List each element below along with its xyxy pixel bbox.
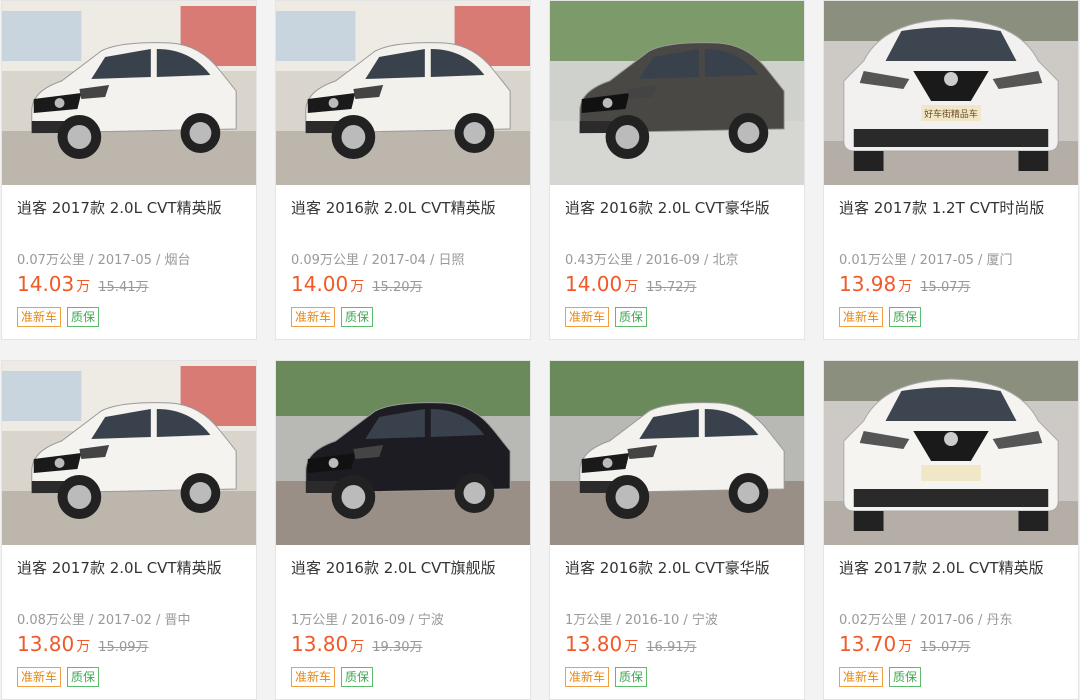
listing-title[interactable]: 逍客 2017款 2.0L CVT精英版 [839, 557, 1044, 578]
car-image [2, 1, 256, 185]
price-row: 14.00 万 15.72万 [565, 272, 696, 296]
car-listing-card[interactable]: 逍客 2016款 2.0L CVT旗舰版 1万公里 / 2016-09 / 宁波… [275, 360, 531, 700]
original-price: 15.20万 [372, 280, 423, 295]
listing-title[interactable]: 逍客 2017款 2.0L CVT精英版 [17, 557, 222, 578]
price-unit: 万 [898, 279, 913, 295]
car-listing-card[interactable]: 逍客 2017款 2.0L CVT精英版 0.02万公里 / 2017-06 /… [823, 360, 1079, 700]
listing-meta: 0.01万公里 / 2017-05 / 厦门 [839, 253, 1013, 268]
car-photo[interactable] [276, 361, 530, 545]
car-photo[interactable] [824, 361, 1078, 545]
current-price: 13.70 [839, 632, 897, 656]
price-row: 13.98 万 15.07万 [839, 272, 970, 296]
car-image [550, 1, 804, 185]
car-image [276, 1, 530, 185]
original-price: 16.91万 [646, 640, 697, 655]
car-photo[interactable] [2, 1, 256, 185]
tag-list: 准新车 质保 [17, 667, 100, 687]
price-row: 13.80 万 16.91万 [565, 632, 696, 656]
tag-list: 准新车 质保 [291, 307, 374, 327]
current-price: 13.80 [17, 632, 75, 656]
listing-meta: 0.08万公里 / 2017-02 / 晋中 [17, 613, 191, 628]
price-unit: 万 [76, 639, 91, 655]
car-listing-card[interactable]: 好车街精品车 逍客 2017款 1.2T CVT时尚版 0.01万公里 / 20… [823, 0, 1079, 340]
price-unit: 万 [350, 639, 365, 655]
listing-meta: 0.43万公里 / 2016-09 / 北京 [565, 253, 739, 268]
car-image [824, 361, 1078, 545]
car-listing-grid: 逍客 2017款 2.0L CVT精英版 0.07万公里 / 2017-05 /… [0, 0, 1080, 700]
current-price: 14.03 [17, 272, 75, 296]
tag-warranty: 质保 [615, 667, 648, 687]
tag-warranty: 质保 [615, 307, 648, 327]
tag-near-new: 准新车 [17, 307, 62, 327]
listing-title[interactable]: 逍客 2017款 2.0L CVT精英版 [17, 197, 222, 218]
price-unit: 万 [350, 279, 365, 295]
original-price: 19.30万 [372, 640, 423, 655]
tag-list: 准新车 质保 [839, 307, 922, 327]
car-image [2, 361, 256, 545]
car-listing-card[interactable]: 逍客 2016款 2.0L CVT精英版 0.09万公里 / 2017-04 /… [275, 0, 531, 340]
tag-warranty: 质保 [341, 307, 374, 327]
listing-title[interactable]: 逍客 2016款 2.0L CVT旗舰版 [291, 557, 496, 578]
tag-list: 准新车 质保 [565, 307, 648, 327]
original-price: 15.07万 [920, 280, 971, 295]
tag-near-new: 准新车 [17, 667, 62, 687]
tag-near-new: 准新车 [291, 307, 336, 327]
car-image [550, 361, 804, 545]
original-price: 15.09万 [98, 640, 149, 655]
car-image [276, 361, 530, 545]
tag-near-new: 准新车 [839, 667, 884, 687]
current-price: 13.80 [565, 632, 623, 656]
tag-warranty: 质保 [341, 667, 374, 687]
tag-list: 准新车 质保 [565, 667, 648, 687]
price-row: 14.03 万 15.41万 [17, 272, 148, 296]
listing-title[interactable]: 逍客 2017款 1.2T CVT时尚版 [839, 197, 1044, 218]
listing-title[interactable]: 逍客 2016款 2.0L CVT精英版 [291, 197, 496, 218]
tag-warranty: 质保 [67, 667, 100, 687]
price-row: 14.00 万 15.20万 [291, 272, 422, 296]
tag-list: 准新车 质保 [17, 307, 100, 327]
price-unit: 万 [624, 279, 639, 295]
listing-meta: 0.09万公里 / 2017-04 / 日照 [291, 253, 465, 268]
tag-near-new: 准新车 [291, 667, 336, 687]
car-listing-card[interactable]: 逍客 2017款 2.0L CVT精英版 0.07万公里 / 2017-05 /… [1, 0, 257, 340]
price-row: 13.80 万 19.30万 [291, 632, 422, 656]
car-listing-card[interactable]: 逍客 2016款 2.0L CVT豪华版 0.43万公里 / 2016-09 /… [549, 0, 805, 340]
tag-warranty: 质保 [889, 667, 922, 687]
tag-near-new: 准新车 [565, 307, 610, 327]
price-row: 13.70 万 15.07万 [839, 632, 970, 656]
listing-meta: 0.02万公里 / 2017-06 / 丹东 [839, 613, 1013, 628]
price-unit: 万 [76, 279, 91, 295]
tag-warranty: 质保 [889, 307, 922, 327]
car-photo[interactable] [550, 1, 804, 185]
tag-warranty: 质保 [67, 307, 100, 327]
price-unit: 万 [898, 639, 913, 655]
current-price: 14.00 [565, 272, 623, 296]
original-price: 15.72万 [646, 280, 697, 295]
car-image: 好车街精品车 [824, 1, 1078, 185]
car-photo[interactable] [550, 361, 804, 545]
dealer-plate-text: 好车街精品车 [924, 108, 978, 120]
original-price: 15.07万 [920, 640, 971, 655]
listing-meta: 0.07万公里 / 2017-05 / 烟台 [17, 253, 191, 268]
car-photo[interactable]: 好车街精品车 [824, 1, 1078, 185]
tag-list: 准新车 质保 [839, 667, 922, 687]
current-price: 14.00 [291, 272, 349, 296]
car-listing-card[interactable]: 逍客 2017款 2.0L CVT精英版 0.08万公里 / 2017-02 /… [1, 360, 257, 700]
price-row: 13.80 万 15.09万 [17, 632, 148, 656]
listing-title[interactable]: 逍客 2016款 2.0L CVT豪华版 [565, 197, 770, 218]
listing-meta: 1万公里 / 2016-10 / 宁波 [565, 613, 718, 628]
tag-near-new: 准新车 [565, 667, 610, 687]
listing-meta: 1万公里 / 2016-09 / 宁波 [291, 613, 444, 628]
tag-near-new: 准新车 [839, 307, 884, 327]
original-price: 15.41万 [98, 280, 149, 295]
current-price: 13.98 [839, 272, 897, 296]
car-photo[interactable] [2, 361, 256, 545]
current-price: 13.80 [291, 632, 349, 656]
listing-title[interactable]: 逍客 2016款 2.0L CVT豪华版 [565, 557, 770, 578]
tag-list: 准新车 质保 [291, 667, 374, 687]
car-listing-card[interactable]: 逍客 2016款 2.0L CVT豪华版 1万公里 / 2016-10 / 宁波… [549, 360, 805, 700]
price-unit: 万 [624, 639, 639, 655]
car-photo[interactable] [276, 1, 530, 185]
